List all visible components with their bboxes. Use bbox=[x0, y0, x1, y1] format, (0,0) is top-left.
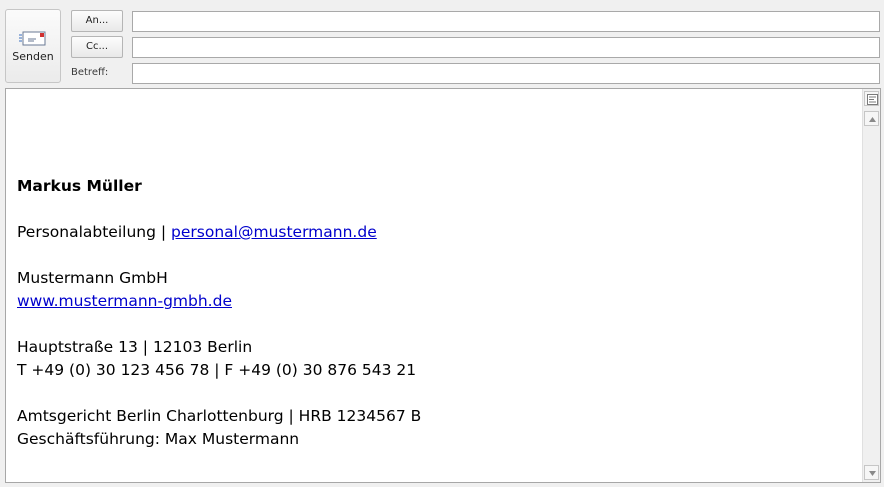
signature-ceo: Geschäftsführung: Max Mustermann bbox=[17, 430, 300, 448]
to-button[interactable]: An... bbox=[71, 10, 123, 32]
signature-separator: | bbox=[155, 223, 172, 241]
signature-department: Personalabteilung bbox=[17, 223, 156, 241]
cc-field[interactable] bbox=[132, 37, 880, 58]
signature-website-link[interactable]: www.mustermann-gmbh.de bbox=[17, 292, 232, 310]
signature-email-link[interactable]: personal@mustermann.de bbox=[171, 223, 377, 241]
arrow-up-icon bbox=[869, 117, 876, 122]
signature-address: Hauptstraße 13 | 12103 Berlin bbox=[17, 338, 253, 356]
ruler-icon[interactable] bbox=[864, 91, 879, 106]
arrow-down-icon bbox=[869, 471, 876, 476]
message-body[interactable]: Markus Müller Personalabteilung | person… bbox=[5, 88, 881, 483]
subject-field[interactable] bbox=[132, 63, 880, 84]
send-button[interactable]: Senden bbox=[5, 9, 61, 83]
cc-button[interactable]: Cc... bbox=[71, 36, 123, 58]
scroll-down-button[interactable] bbox=[864, 465, 879, 480]
signature-department-line: Personalabteilung | personal@mustermann.… bbox=[17, 221, 850, 244]
compose-header: Senden An... Cc... Betreff: bbox=[0, 0, 884, 88]
send-button-label: Senden bbox=[12, 50, 54, 63]
signature-name: Markus Müller bbox=[17, 177, 142, 195]
scroll-up-button[interactable] bbox=[864, 111, 879, 126]
signature-phone: T +49 (0) 30 123 456 78 | F +49 (0) 30 8… bbox=[17, 361, 417, 379]
to-field[interactable] bbox=[132, 11, 880, 32]
subject-label: Betreff: bbox=[71, 67, 109, 78]
signature-block: Markus Müller Personalabteilung | person… bbox=[17, 175, 850, 451]
signature-court: Amtsgericht Berlin Charlottenburg | HRB … bbox=[17, 407, 422, 425]
vertical-scrollbar[interactable] bbox=[862, 89, 880, 482]
signature-company: Mustermann GmbH bbox=[17, 269, 168, 287]
envelope-icon bbox=[19, 31, 46, 46]
